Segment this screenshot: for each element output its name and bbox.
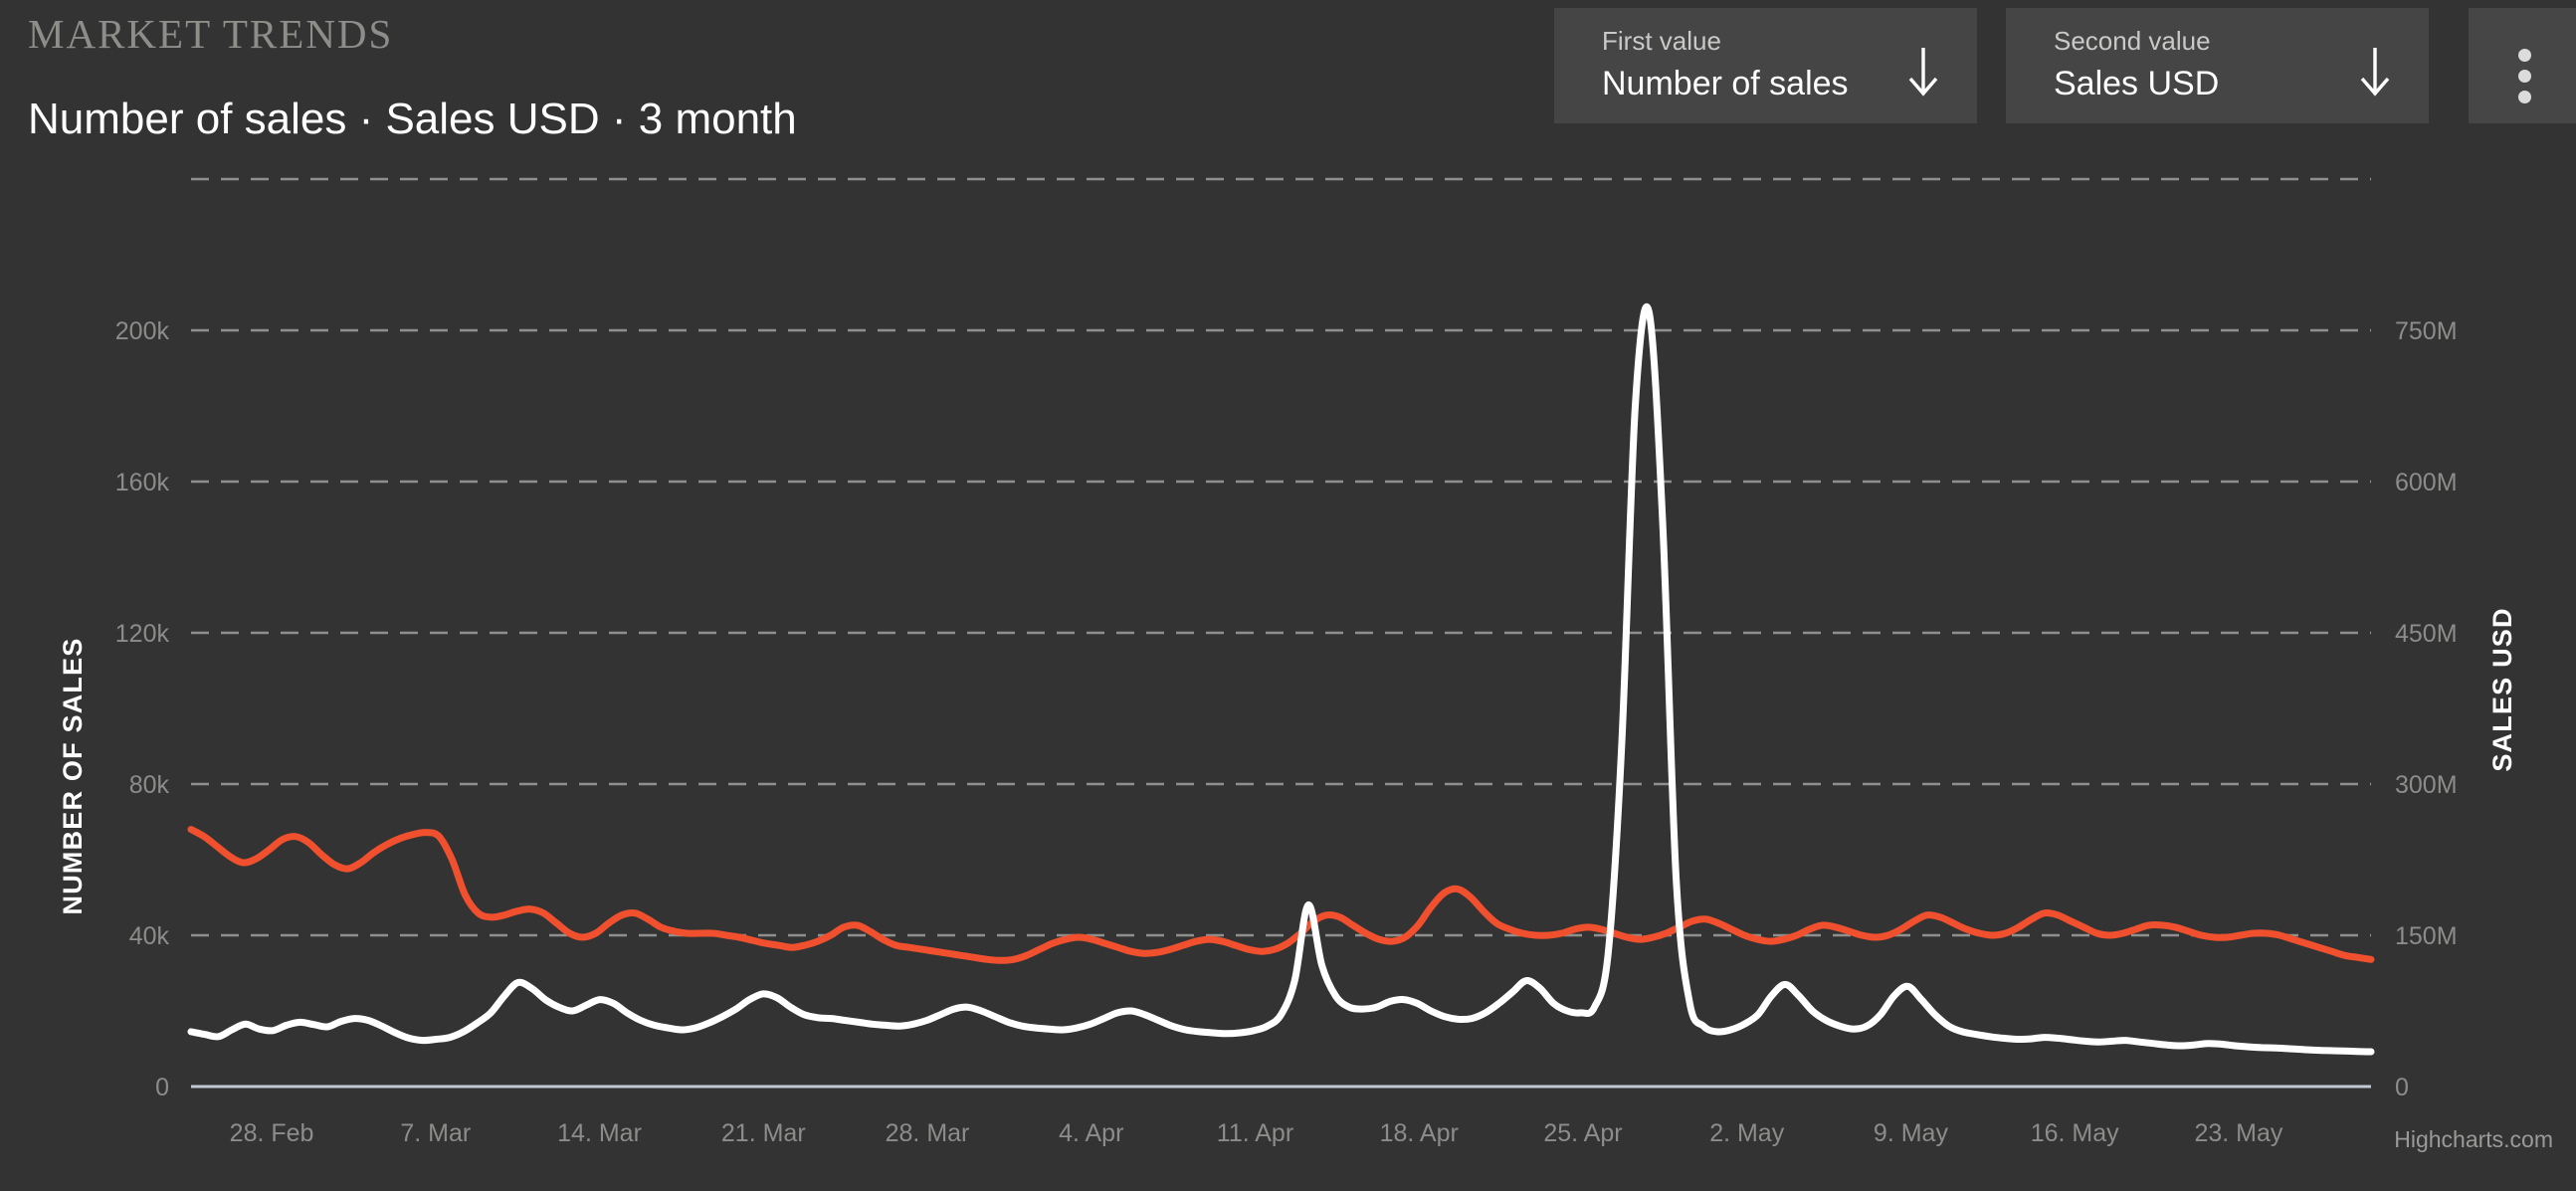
left-axis-title: NUMBER OF SALES: [58, 637, 88, 914]
x-tick-label: 23. May: [2194, 1119, 2282, 1147]
left-tick-label: 40k: [129, 922, 170, 950]
x-tick-label: 25. Apr: [1543, 1119, 1622, 1147]
x-tick-label: 2. May: [1709, 1119, 1785, 1147]
left-tick-label: 80k: [129, 771, 170, 799]
market-trends-chart: 28. Feb 7. Mar 14. Mar 21. Mar 28. Mar 4. Apr…: [0, 139, 2576, 1191]
right-tick-label: 450M: [2395, 620, 2458, 648]
chart-header: MARKET TRENDS Number of sales · Sales US…: [0, 0, 2576, 143]
right-axis-title: SALES USD: [2487, 607, 2517, 771]
right-tick-label: 600M: [2395, 469, 2458, 496]
gridlines: [191, 177, 2371, 937]
right-tick-label: 750M: [2395, 317, 2458, 345]
first-value-dropdown[interactable]: First value Number of sales: [1554, 8, 1977, 123]
kebab-menu-icon: [2518, 91, 2531, 103]
left-tick-label: 200k: [115, 317, 170, 345]
x-tick-label: 11. Apr: [1217, 1119, 1293, 1147]
x-tick-label: 18. Apr: [1380, 1119, 1459, 1147]
arrow-down-icon: [2360, 48, 2390, 97]
kebab-menu-icon: [2518, 49, 2531, 62]
x-tick-label: 9. May: [1874, 1119, 1949, 1147]
arrow-down-icon: [1908, 48, 1938, 97]
right-tick-label: 300M: [2395, 771, 2458, 799]
page-eyebrow: MARKET TRENDS: [28, 11, 394, 57]
page-title: Number of sales · Sales USD · 3 month: [28, 95, 797, 143]
highcharts-credit: Highcharts.com: [2394, 1126, 2553, 1152]
second-value-selected: Sales USD: [2054, 65, 2220, 102]
left-tick-label: 120k: [115, 620, 170, 648]
first-value-label: First value: [1602, 26, 1721, 56]
x-tick-label: 4. Apr: [1059, 1119, 1123, 1147]
left-tick-label: 160k: [115, 469, 170, 496]
x-tick-label: 28. Mar: [886, 1119, 970, 1147]
x-tick-label: 21. Mar: [721, 1119, 806, 1147]
x-tick-label: 7. Mar: [400, 1119, 471, 1147]
second-value-dropdown[interactable]: Second value Sales USD: [2006, 8, 2429, 123]
left-tick-label: 0: [155, 1074, 169, 1101]
right-tick-label: 150M: [2395, 922, 2458, 950]
first-value-selected: Number of sales: [1602, 65, 1849, 102]
chart-svg: 28. Feb 7. Mar 14. Mar 21. Mar 28. Mar 4. Apr…: [58, 177, 2553, 1152]
x-axis-tick-labels: 28. Feb 7. Mar 14. Mar 21. Mar 28. Mar 4. Apr…: [230, 1119, 2283, 1147]
right-axis-tick-labels: 0 150M 300M 450M 600M 750M: [2395, 317, 2458, 1101]
x-tick-label: 16. May: [2031, 1119, 2119, 1147]
context-menu-button[interactable]: [2469, 8, 2576, 123]
kebab-menu-icon: [2518, 70, 2531, 83]
series-line-number-of-sales: [187, 302, 2375, 1056]
series-line-sales-usd: [187, 826, 2375, 964]
second-value-label: Second value: [2054, 26, 2211, 56]
left-axis-tick-labels: 0 40k 80k 120k 160k 200k: [115, 317, 170, 1101]
right-tick-label: 0: [2395, 1074, 2409, 1101]
x-tick-label: 14. Mar: [557, 1119, 642, 1147]
x-tick-label: 28. Feb: [230, 1119, 314, 1147]
